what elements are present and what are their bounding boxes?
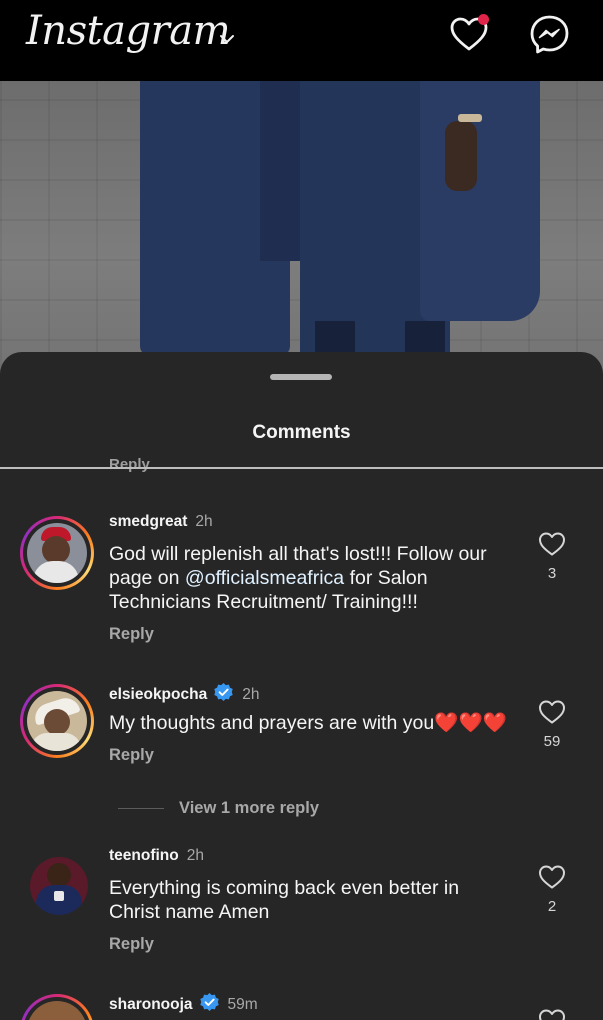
- comment-time: 2h: [195, 513, 213, 530]
- notification-dot: [478, 14, 489, 25]
- avatar: [27, 691, 87, 751]
- cut-off-reply-button[interactable]: Reply: [109, 456, 150, 473]
- comment-text: God will replenish all that's lost!!! Fo…: [109, 543, 487, 613]
- like-count: 2: [547, 898, 557, 915]
- comment-meta: teenofino 2h: [109, 847, 204, 865]
- comments-sheet: Comments Reply smedgreat 2h God will repl…: [0, 352, 603, 1020]
- thread-line: [118, 808, 164, 809]
- mention-link[interactable]: @officialsmeafrica: [185, 567, 344, 589]
- username[interactable]: sharonooja: [109, 996, 193, 1013]
- like-count: 59: [543, 733, 561, 750]
- like-heart-icon[interactable]: [538, 864, 566, 890]
- verified-badge-icon: [199, 993, 219, 1011]
- post-image: [0, 81, 603, 381]
- avatar-story-ring[interactable]: [20, 684, 94, 758]
- comment-meta: elsieokpocha 2h: [109, 682, 259, 704]
- avatar-story-ring[interactable]: [20, 994, 94, 1020]
- reply-button[interactable]: Reply: [109, 746, 154, 765]
- instagram-logo[interactable]: Instagram: [26, 8, 231, 54]
- view-more-replies-label[interactable]: View 1 more reply: [179, 799, 319, 818]
- like-heart-icon[interactable]: [538, 531, 566, 557]
- verified-badge-icon: [214, 683, 233, 701]
- drag-handle[interactable]: [270, 374, 332, 380]
- avatar[interactable]: [30, 857, 88, 915]
- sheet-title: Comments: [252, 422, 351, 443]
- avatar-story-ring[interactable]: [20, 516, 94, 590]
- view-more-replies[interactable]: View 1 more reply: [0, 797, 603, 821]
- comment-time: 2h: [242, 686, 260, 703]
- like-heart-icon[interactable]: [538, 699, 566, 725]
- username[interactable]: elsieokpocha: [109, 686, 207, 703]
- like-heart-icon[interactable]: [538, 1008, 566, 1020]
- comment-text: Everything is coming back even better in…: [109, 877, 460, 923]
- comment-meta: sharonooja 59m: [109, 992, 258, 1014]
- top-bar: Instagram: [0, 0, 603, 81]
- comment-text: My thoughts and prayers are with you❤️❤️…: [109, 712, 508, 734]
- comment-meta: smedgreat 2h: [109, 513, 213, 531]
- username[interactable]: teenofino: [109, 847, 179, 864]
- header-divider: [0, 467, 603, 469]
- avatar: [27, 523, 87, 583]
- chevron-down-icon[interactable]: [218, 30, 236, 48]
- reply-button[interactable]: Reply: [109, 935, 154, 954]
- reply-button[interactable]: Reply: [109, 625, 154, 644]
- messenger-icon[interactable]: [529, 14, 570, 55]
- comment-time: 2h: [186, 847, 204, 864]
- comment-time: 59m: [227, 996, 258, 1013]
- avatar: [27, 1001, 87, 1020]
- username[interactable]: smedgreat: [109, 513, 187, 530]
- like-count: 3: [547, 565, 557, 582]
